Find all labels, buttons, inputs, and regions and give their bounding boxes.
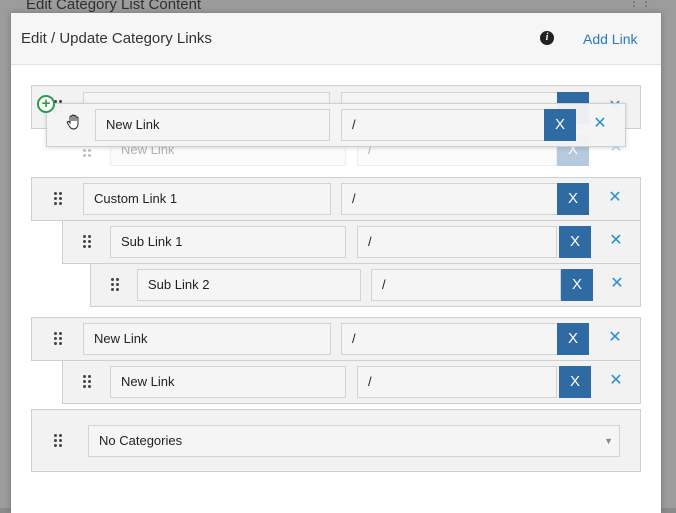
background-title: Edit Category List Content: [26, 0, 202, 13]
clear-button[interactable]: X: [559, 366, 591, 398]
remove-link-icon[interactable]: ✕: [610, 276, 624, 292]
modal-title: Edit / Update Category Links: [21, 30, 212, 47]
add-child-plus-icon[interactable]: +: [37, 95, 55, 113]
link-name-field[interactable]: New Link: [83, 323, 331, 355]
drag-handle-icon[interactable]: [54, 434, 62, 448]
link-row: Custom Link 1 / X ✕: [31, 177, 641, 221]
drag-handle-icon[interactable]: [54, 332, 62, 346]
link-name-field[interactable]: Custom Link 1: [83, 183, 331, 215]
link-url-field[interactable]: /: [357, 226, 557, 258]
link-row: Sub Link 2 / X ✕: [90, 263, 641, 307]
clear-button[interactable]: X: [557, 323, 589, 355]
link-url-field[interactable]: /: [357, 366, 557, 398]
link-url-field[interactable]: /: [341, 109, 545, 141]
remove-link-icon[interactable]: ✕: [593, 116, 607, 132]
remove-link-icon[interactable]: ✕: [608, 190, 622, 206]
category-row: No Categories ▼: [31, 409, 641, 472]
drag-handle-icon[interactable]: [83, 375, 91, 389]
link-name-field[interactable]: Sub Link 2: [137, 269, 361, 301]
link-url-field[interactable]: /: [341, 183, 559, 215]
drag-handle-icon[interactable]: [111, 278, 119, 292]
edit-links-modal: Edit / Update Category Links i Add Link …: [11, 13, 661, 513]
link-row: New Link / X ✕: [31, 317, 641, 361]
remove-link-icon[interactable]: ✕: [609, 233, 623, 249]
chevron-down-icon: ▼: [604, 436, 613, 446]
dragging-link-row[interactable]: New Link / X ✕: [46, 103, 626, 147]
remove-link-icon[interactable]: ✕: [609, 373, 623, 389]
category-select-value: No Categories: [99, 433, 183, 448]
clear-button[interactable]: X: [557, 183, 589, 215]
background-drag-handle-icon: ⋮⋮: [628, 0, 652, 9]
link-row: New Link / X ✕: [62, 360, 641, 404]
grab-cursor-icon: [65, 113, 83, 131]
link-row: Sub Link 1 / X ✕: [62, 220, 641, 264]
link-url-field[interactable]: /: [371, 269, 561, 301]
remove-link-icon[interactable]: ✕: [608, 330, 622, 346]
add-link-button[interactable]: Add Link: [583, 31, 637, 47]
clear-button[interactable]: X: [561, 269, 593, 301]
drag-handle-icon[interactable]: [54, 192, 62, 206]
category-select[interactable]: No Categories ▼: [88, 425, 620, 457]
link-name-field[interactable]: New Link: [110, 366, 346, 398]
drag-handle-icon[interactable]: [83, 235, 91, 249]
clear-button[interactable]: X: [559, 226, 591, 258]
clear-button[interactable]: X: [544, 109, 576, 141]
link-name-field[interactable]: Sub Link 1: [110, 226, 346, 258]
link-name-field[interactable]: New Link: [95, 109, 330, 141]
link-url-field[interactable]: /: [341, 323, 559, 355]
info-icon[interactable]: i: [540, 31, 554, 45]
modal-header: Edit / Update Category Links i Add Link: [11, 13, 661, 65]
